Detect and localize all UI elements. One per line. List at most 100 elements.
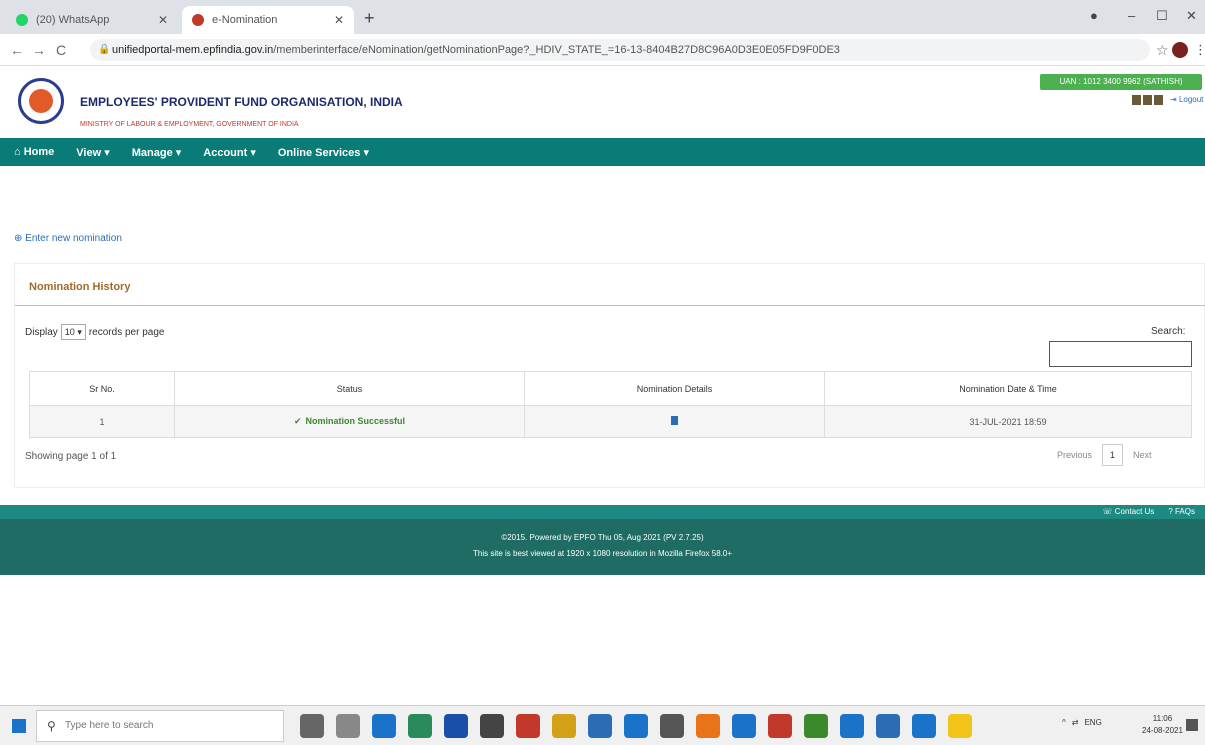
nav-home[interactable]: ⌂ Home <box>14 146 54 158</box>
taskbar-app-icon[interactable] <box>660 714 684 738</box>
taskbar-app-icon[interactable] <box>516 714 540 738</box>
select-value: 10 <box>64 327 75 337</box>
clock-date: 24-08-2021 <box>1142 726 1183 735</box>
network-icon[interactable]: ⇄ <box>1072 718 1079 727</box>
tab-title: e-Nomination <box>212 14 278 26</box>
url-input[interactable]: 🔒 unifiedportal-mem.epfindia.gov.in/memb… <box>90 39 1150 61</box>
tab-title: (20) WhatsApp <box>36 14 110 26</box>
back-icon[interactable]: ← <box>10 42 24 58</box>
taskbar-app-icon[interactable] <box>372 714 396 738</box>
logout-label: Logout <box>1178 95 1204 104</box>
bookmark-star-icon[interactable]: ☆ <box>1156 42 1169 59</box>
notifications-icon[interactable] <box>1186 719 1198 731</box>
language-indicator[interactable]: ENG <box>1084 718 1101 727</box>
footer-copyright: ©2015. Powered by EPFO Thu 05, Aug 2021 … <box>501 533 704 542</box>
cell-date: 31-JUL-2021 18:59 <box>824 405 1192 438</box>
taskbar-app-icon[interactable] <box>768 714 792 738</box>
taskbar-app-icon[interactable] <box>336 714 360 738</box>
profile-avatar[interactable] <box>1172 42 1188 58</box>
status-text: Nomination Successful <box>305 416 406 426</box>
display-label: Display <box>25 326 58 338</box>
maximize-icon[interactable]: ☐ <box>1156 8 1168 24</box>
contact-label: Contact Us <box>1114 507 1155 516</box>
previous-button[interactable]: Previous <box>1057 450 1092 460</box>
table-header-row: Sr No. Status Nomination Details Nominat… <box>29 371 1192 406</box>
chevron-up-icon[interactable]: ^ <box>1062 718 1066 727</box>
taskbar-app-icon[interactable] <box>480 714 504 738</box>
next-button[interactable]: Next <box>1133 450 1152 460</box>
font-normal-icon[interactable] <box>1143 95 1152 105</box>
epfo-logo-icon <box>18 78 64 124</box>
nav-account[interactable]: Account ▾ <box>203 146 256 159</box>
system-tray: ^ ⇄ ENG <box>1062 718 1102 727</box>
taskbar-app-icon[interactable] <box>552 714 576 738</box>
nav-online-services[interactable]: Online Services ▾ <box>278 146 369 159</box>
pagination: Previous 1 Next <box>1057 444 1152 466</box>
taskbar-app-icon[interactable] <box>948 714 972 738</box>
record-icon[interactable]: ● <box>1090 8 1098 23</box>
table-row: 1 ✔ Nomination Successful 31-JUL-2021 18:… <box>29 405 1192 438</box>
document-icon[interactable] <box>671 416 678 425</box>
window-close-icon[interactable]: ✕ <box>1186 8 1197 24</box>
check-icon: ✔ <box>293 416 302 426</box>
taskbar: ⚲ Type here to search ^ ⇄ ENG 11:06 24-0… <box>0 705 1205 745</box>
reload-icon[interactable]: C <box>56 42 66 58</box>
nav-home-label: Home <box>23 146 55 158</box>
taskbar-app-icon[interactable] <box>804 714 828 738</box>
clock-time: 11:06 <box>1152 714 1173 723</box>
contact-us-link[interactable]: ☏ Contact Us <box>1102 507 1154 516</box>
search-input[interactable] <box>1049 341 1192 367</box>
font-increase-icon[interactable] <box>1154 95 1163 105</box>
font-decrease-icon[interactable] <box>1132 95 1141 105</box>
menu-kebab-icon[interactable]: ⋮ <box>1194 42 1205 58</box>
clock[interactable]: 11:06 24-08-2021 <box>1142 713 1183 737</box>
faqs-link[interactable]: ? FAQs <box>1168 507 1195 516</box>
taskbar-app-icon[interactable] <box>588 714 612 738</box>
nomination-table: Sr No. Status Nomination Details Nominat… <box>29 371 1192 438</box>
taskbar-app-icon[interactable] <box>876 714 900 738</box>
enter-new-nomination-link[interactable]: ⊕ Enter new nomination <box>14 233 122 244</box>
records-label: records per page <box>88 326 165 338</box>
taskbar-search-input[interactable]: ⚲ Type here to search <box>36 710 284 742</box>
tab-whatsapp[interactable]: (20) WhatsApp ✕ <box>6 6 178 34</box>
taskbar-app-icon[interactable] <box>300 714 324 738</box>
forward-icon[interactable]: → <box>32 42 46 58</box>
site-footer: ☏ Contact Us ? FAQs ©2015. Powered by EP… <box>0 505 1205 575</box>
taskbar-app-icon[interactable] <box>912 714 936 738</box>
search-label: Search: <box>1151 326 1186 337</box>
taskbar-app-icon[interactable] <box>444 714 468 738</box>
records-per-page-select[interactable]: 10 ▾ <box>60 324 86 340</box>
footer-links: ☏ Contact Us ? FAQs <box>1102 507 1195 516</box>
page-1-button[interactable]: 1 <box>1102 444 1124 466</box>
taskbar-app-icon[interactable] <box>732 714 756 738</box>
url-host: unifiedportal-mem.epfindia.gov.in <box>112 44 274 56</box>
taskbar-app-icon[interactable] <box>840 714 864 738</box>
taskbar-app-icon[interactable] <box>408 714 432 738</box>
tab-e-nomination[interactable]: e-Nomination ✕ <box>182 6 354 34</box>
panel-title: Nomination History <box>29 281 131 293</box>
close-icon[interactable]: ✕ <box>158 13 168 27</box>
col-nomination-details[interactable]: Nomination Details <box>524 371 825 406</box>
search-icon: ⚲ <box>47 719 56 733</box>
taskbar-app-icon[interactable] <box>624 714 648 738</box>
close-icon[interactable]: ✕ <box>334 13 344 27</box>
url-path: /memberinterface/eNomination/getNominati… <box>273 44 840 56</box>
cell-sr-no: 1 <box>29 405 175 438</box>
logout-link[interactable]: ⇥ Logout <box>1170 95 1203 104</box>
font-size-controls[interactable] <box>1132 95 1163 105</box>
col-nomination-date[interactable]: Nomination Date & Time <box>824 371 1192 406</box>
nav-view[interactable]: View ▾ <box>76 146 109 159</box>
records-per-page: Display 10 ▾ records per page <box>25 324 164 340</box>
org-name: EMPLOYEES' PROVIDENT FUND ORGANISATION, … <box>80 95 403 109</box>
col-sr-no[interactable]: Sr No. <box>29 371 175 406</box>
taskbar-app-icon[interactable] <box>696 714 720 738</box>
faqs-label: FAQs <box>1174 507 1195 516</box>
col-status[interactable]: Status <box>174 371 525 406</box>
footer-top-bar: ☏ Contact Us ? FAQs <box>0 505 1205 519</box>
browser-tab-bar: (20) WhatsApp ✕ e-Nomination ✕ + ● – ☐ ✕ <box>0 0 1205 34</box>
windows-start-icon[interactable] <box>12 719 26 733</box>
lock-icon: 🔒 <box>98 44 111 55</box>
minimize-icon[interactable]: – <box>1128 8 1135 23</box>
new-tab-icon[interactable]: + <box>364 8 375 29</box>
nav-manage[interactable]: Manage ▾ <box>132 146 182 159</box>
